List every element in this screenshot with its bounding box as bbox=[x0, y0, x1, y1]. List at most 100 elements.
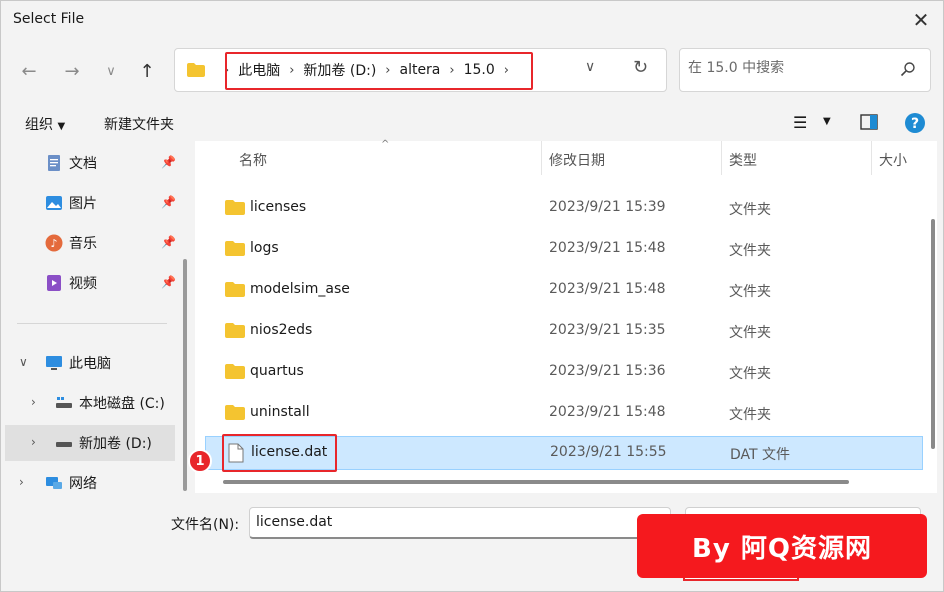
help-icon[interactable]: ? bbox=[905, 113, 925, 133]
new-folder-button[interactable]: 新建文件夹 bbox=[104, 114, 174, 134]
file-date: 2023/9/21 15:55 bbox=[550, 444, 667, 460]
file-date: 2023/9/21 15:36 bbox=[549, 363, 666, 379]
folder-icon bbox=[225, 241, 245, 256]
music-icon: ♪ bbox=[45, 234, 63, 252]
list-item[interactable]: uninstall 2023/9/21 15:48 文件夹 bbox=[205, 396, 923, 430]
organize-button[interactable]: 组织 ▼ bbox=[25, 114, 65, 134]
chevron-right-icon[interactable]: › bbox=[19, 475, 24, 489]
computer-icon bbox=[46, 356, 62, 370]
file-name: uninstall bbox=[250, 404, 310, 420]
filename-input[interactable]: license.dat bbox=[249, 507, 671, 539]
up-arrow-icon[interactable]: ↑ bbox=[133, 57, 161, 85]
file-name: modelsim_ase bbox=[250, 281, 350, 297]
file-date: 2023/9/21 15:48 bbox=[549, 240, 666, 256]
file-type: 文件夹 bbox=[729, 407, 771, 423]
nav-item-documents[interactable]: 文档 bbox=[45, 145, 97, 181]
nav-label-pictures: 图片 bbox=[69, 196, 97, 212]
file-type: 文件夹 bbox=[729, 325, 771, 341]
nav-label-drive-c: 本地磁盘 (C:) bbox=[79, 396, 165, 412]
file-date: 2023/9/21 15:48 bbox=[549, 404, 666, 420]
drive-icon bbox=[56, 442, 72, 447]
pin-icon[interactable]: 📌 bbox=[161, 235, 176, 249]
file-name: licenses bbox=[250, 199, 307, 215]
back-arrow-icon[interactable]: ← bbox=[15, 57, 43, 85]
column-header-name[interactable]: 名称 bbox=[239, 150, 267, 170]
pin-icon[interactable]: 📌 bbox=[161, 275, 176, 289]
file-date: 2023/9/21 15:48 bbox=[549, 281, 666, 297]
search-icon[interactable] bbox=[900, 61, 916, 77]
nav-item-pictures[interactable]: 图片 bbox=[45, 185, 97, 221]
list-item[interactable]: nios2eds 2023/9/21 15:35 文件夹 bbox=[205, 314, 923, 348]
file-date: 2023/9/21 15:35 bbox=[549, 322, 666, 338]
nav-label-music: 音乐 bbox=[69, 236, 97, 252]
file-date: 2023/9/21 15:39 bbox=[549, 199, 666, 215]
file-type: 文件夹 bbox=[729, 284, 771, 300]
column-header-size[interactable]: 大小 bbox=[879, 150, 907, 170]
search-box[interactable] bbox=[679, 48, 931, 92]
pin-icon[interactable]: 📌 bbox=[161, 155, 176, 169]
svg-text:?: ? bbox=[911, 116, 919, 132]
video-icon bbox=[47, 275, 61, 291]
refresh-icon[interactable]: ↻ bbox=[633, 57, 648, 78]
view-options-icon[interactable]: ☰ bbox=[793, 113, 807, 132]
folder-icon bbox=[225, 282, 245, 297]
list-item[interactable]: modelsim_ase 2023/9/21 15:48 文件夹 bbox=[205, 273, 923, 307]
forward-arrow-icon[interactable]: → bbox=[58, 57, 86, 85]
search-input[interactable] bbox=[688, 60, 888, 76]
filename-label: 文件名(N): bbox=[171, 517, 240, 533]
chevron-right-icon[interactable]: › bbox=[31, 435, 36, 449]
caret-down-icon: ▼ bbox=[57, 121, 66, 132]
chevron-right-icon[interactable]: › bbox=[31, 395, 36, 409]
nav-item-videos[interactable]: 视频 bbox=[45, 265, 97, 301]
list-scrollbar[interactable] bbox=[931, 219, 935, 449]
nav-item-music[interactable]: ♪ 音乐 bbox=[45, 225, 97, 261]
nav-label-videos: 视频 bbox=[69, 276, 97, 292]
column-divider[interactable] bbox=[721, 141, 722, 175]
column-header-type[interactable]: 类型 bbox=[729, 150, 757, 170]
list-item[interactable]: logs 2023/9/21 15:48 文件夹 bbox=[205, 232, 923, 266]
window-title: Select File bbox=[13, 11, 85, 27]
file-type: DAT 文件 bbox=[730, 447, 791, 463]
document-icon bbox=[48, 155, 60, 171]
nav-item-network[interactable]: 网络 bbox=[45, 465, 97, 501]
step-badge: 1 bbox=[188, 449, 212, 473]
file-type: 文件夹 bbox=[729, 243, 771, 259]
picture-icon bbox=[46, 196, 62, 210]
nav-label-network: 网络 bbox=[69, 476, 97, 492]
column-divider[interactable] bbox=[541, 141, 542, 175]
view-dropdown-icon[interactable]: ▼ bbox=[823, 116, 831, 127]
preview-pane-icon[interactable] bbox=[860, 114, 878, 130]
folder-icon bbox=[225, 405, 245, 420]
chevron-down-icon[interactable]: ∨ bbox=[19, 355, 28, 369]
nav-divider bbox=[17, 323, 167, 324]
nav-item-this-pc[interactable]: 此电脑 bbox=[45, 345, 111, 381]
recent-locations-chevron-icon[interactable]: ∨ bbox=[97, 57, 125, 85]
close-icon[interactable]: ✕ bbox=[907, 7, 935, 33]
horizontal-scrollbar[interactable] bbox=[223, 480, 849, 484]
nav-label-this-pc: 此电脑 bbox=[69, 356, 111, 372]
select-file-dialog: Select File ✕ ← → ∨ ↑ › 此电脑 › 新加卷 (D:) ›… bbox=[0, 0, 944, 592]
drive-icon bbox=[56, 397, 72, 408]
column-header-date[interactable]: 修改日期 bbox=[549, 150, 605, 170]
pin-icon[interactable]: 📌 bbox=[161, 195, 176, 209]
filename-highlight-box bbox=[222, 434, 337, 472]
watermark-banner: By 阿Q资源网 bbox=[637, 514, 927, 578]
breadcrumb-highlight-box bbox=[225, 52, 533, 90]
address-dropdown-icon[interactable]: ∨ bbox=[585, 59, 595, 75]
address-bar[interactable]: › 此电脑 › 新加卷 (D:) › altera › 15.0 › ∨ ↻ bbox=[174, 48, 667, 92]
column-divider[interactable] bbox=[871, 141, 872, 175]
list-item[interactable]: quartus 2023/9/21 15:36 文件夹 bbox=[205, 355, 923, 389]
network-icon bbox=[46, 477, 62, 489]
nav-scrollbar[interactable] bbox=[183, 259, 187, 491]
svg-text:♪: ♪ bbox=[50, 237, 57, 250]
file-name: logs bbox=[250, 240, 279, 256]
nav-item-drive-c[interactable]: 本地磁盘 (C:) bbox=[55, 385, 165, 421]
file-name: nios2eds bbox=[250, 322, 313, 338]
organize-label: 组织 bbox=[25, 117, 53, 133]
sort-ascending-icon: ^ bbox=[381, 139, 390, 150]
list-item[interactable]: licenses 2023/9/21 15:39 文件夹 bbox=[205, 191, 923, 225]
nav-label-documents: 文档 bbox=[69, 156, 97, 172]
folder-icon bbox=[187, 63, 205, 77]
file-name: quartus bbox=[250, 363, 304, 379]
folder-icon bbox=[225, 323, 245, 338]
